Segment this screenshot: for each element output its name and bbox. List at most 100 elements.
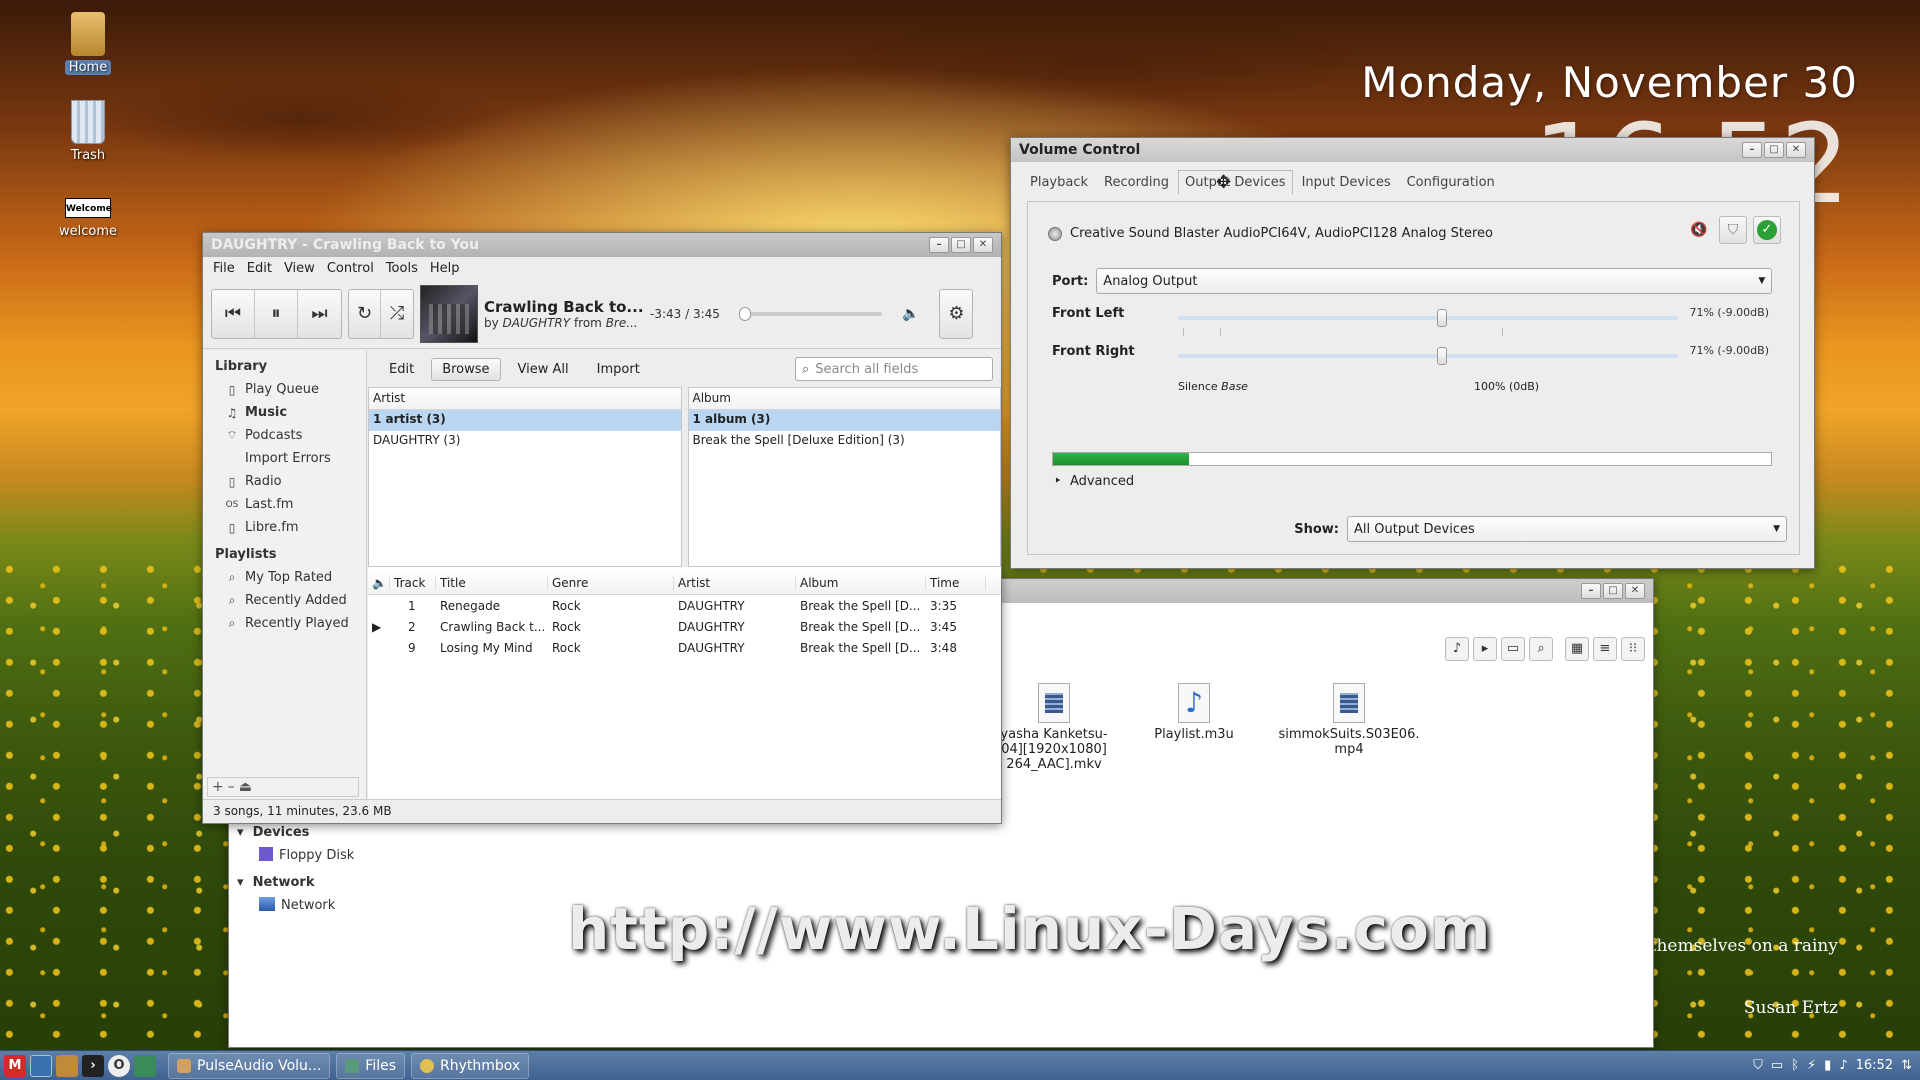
settings-button[interactable]: ⚙	[940, 290, 972, 338]
table-row[interactable]: 1 Renegade Rock DAUGHTRY Break the Spell…	[368, 595, 1001, 616]
close-button[interactable]: ✕	[1786, 142, 1806, 158]
minimize-button[interactable]: –	[929, 237, 949, 253]
terminal-icon[interactable]: ›	[82, 1054, 104, 1077]
close-button[interactable]: ✕	[1625, 583, 1645, 599]
sidebar-item-librefm[interactable]: ▯ Libre.fm	[203, 516, 366, 539]
advanced-expander[interactable]: ‣ Advanced	[1054, 474, 1134, 489]
tab-playback[interactable]: Playback	[1023, 170, 1095, 195]
sidebar-item-top-rated[interactable]: ⌕ My Top Rated	[203, 566, 366, 589]
table-row[interactable]: ▶ 2 Crawling Back t... Rock DAUGHTRY Bre…	[368, 616, 1001, 637]
column-header-track[interactable]: Track	[390, 575, 436, 590]
column-header-album[interactable]: Album	[796, 575, 926, 590]
front-right-slider[interactable]	[1178, 347, 1678, 365]
set-default-button[interactable]: ✓	[1753, 216, 1781, 244]
import-button[interactable]: Import	[586, 358, 651, 381]
file-item[interactable]: ♪ Playlist.m3u	[1119, 683, 1269, 742]
seek-slider[interactable]	[739, 306, 882, 321]
browser-icon[interactable]: O	[108, 1054, 130, 1077]
front-left-slider[interactable]	[1178, 309, 1678, 327]
repeat-button[interactable]: ↻	[349, 289, 381, 338]
menu-file[interactable]: File	[213, 261, 235, 276]
menu-view[interactable]: View	[284, 261, 315, 276]
list-item[interactable]: 1 artist (3)	[369, 410, 681, 431]
column-header-genre[interactable]: Genre	[548, 575, 674, 590]
album-art[interactable]	[420, 284, 478, 343]
task-button-rhythmbox[interactable]: Rhythmbox	[411, 1052, 530, 1079]
menu-tools[interactable]: Tools	[386, 261, 418, 276]
port-select[interactable]: Analog Output ▼	[1096, 268, 1773, 294]
list-item[interactable]: DAUGHTRY (3)	[369, 431, 681, 452]
tab-configuration[interactable]: Configuration	[1400, 170, 1502, 195]
front-left-slider-knob[interactable]	[1436, 309, 1447, 327]
display-icon[interactable]: ▭	[1771, 1058, 1783, 1073]
maximize-button[interactable]: □	[1764, 142, 1784, 158]
column-header-artist[interactable]: Artist	[674, 575, 796, 590]
files-item-floppy[interactable]: Floppy Disk	[259, 847, 354, 863]
list-view-icon[interactable]: ≡	[1593, 637, 1617, 661]
search-input[interactable]: ⌕ Search all fields	[795, 357, 993, 381]
sidebar-item-radio[interactable]: ▯ Radio	[203, 470, 366, 493]
menu-help[interactable]: Help	[430, 261, 460, 276]
previous-button[interactable]: ⏮	[212, 289, 255, 338]
bluetooth-icon[interactable]: ᛒ	[1791, 1058, 1799, 1073]
sidebar-item-import-errors[interactable]: Import Errors	[203, 447, 366, 470]
menu-edit[interactable]: Edit	[247, 261, 272, 276]
sidebar-item-lastfm[interactable]: OS Last.fm	[203, 493, 366, 516]
column-header-title[interactable]: Title	[436, 575, 548, 590]
sidebar-item-recently-added[interactable]: ⌕ Recently Added	[203, 589, 366, 612]
lock-channels-button[interactable]: ⛉	[1719, 216, 1747, 244]
edit-button[interactable]: Edit	[378, 358, 425, 381]
sidebar-item-play-queue[interactable]: ▯ Play Queue	[203, 378, 366, 401]
maximize-button[interactable]: □	[951, 237, 971, 253]
add-playlist-button[interactable]: +	[212, 779, 224, 795]
files-section-devices[interactable]: ▾ Devices	[237, 825, 309, 840]
tab-input-devices[interactable]: Input Devices	[1295, 170, 1398, 195]
shuffle-button[interactable]: ⤮	[381, 290, 413, 338]
file-manager-icon[interactable]	[56, 1054, 78, 1077]
remove-playlist-button[interactable]: –	[228, 779, 235, 795]
view-all-button[interactable]: View All	[507, 358, 580, 381]
album-column-header[interactable]: Album	[688, 388, 1000, 410]
desktop-icon-trash[interactable]: Trash	[40, 100, 136, 163]
minimize-button[interactable]: –	[1581, 583, 1601, 599]
maximize-button[interactable]: □	[1603, 583, 1623, 599]
task-button-files[interactable]: Files	[336, 1052, 406, 1079]
column-header-time[interactable]: Time	[926, 575, 986, 590]
compact-view-icon[interactable]: ⁝⁝	[1621, 637, 1645, 661]
show-select[interactable]: All Output Devices ▼	[1347, 516, 1787, 542]
desktop-icon-home[interactable]: Home	[40, 12, 136, 75]
sidebar-item-recently-played[interactable]: ⌕ Recently Played	[203, 612, 366, 635]
rhythmbox-titlebar[interactable]: DAUGHTRY - Crawling Back to You – □ ✕	[203, 233, 1001, 257]
menu-control[interactable]: Control	[327, 261, 374, 276]
browse-toggle[interactable]: Browse	[431, 357, 501, 381]
tab-output-devices[interactable]: Output Devices	[1178, 170, 1293, 195]
files-section-network[interactable]: ▾ Network	[237, 875, 315, 890]
volume-titlebar[interactable]: Volume Control – □ ✕	[1011, 138, 1814, 162]
next-button[interactable]: ⏭	[298, 290, 341, 338]
tray-clock[interactable]: 16:52	[1856, 1058, 1893, 1073]
folder-icon[interactable]: ▭	[1501, 637, 1525, 661]
file-item[interactable]: simmokSuits.S03E06. mp4	[1274, 683, 1424, 757]
search-icon[interactable]: ⌕	[1529, 637, 1553, 661]
now-playing-column-icon[interactable]: 🔈	[368, 575, 390, 590]
eject-button[interactable]: ⏏	[239, 779, 252, 795]
show-desktop-icon[interactable]	[30, 1054, 52, 1077]
tab-recording[interactable]: Recording	[1097, 170, 1176, 195]
network-icon[interactable]: ⇅	[1901, 1058, 1912, 1073]
task-button-pulseaudio[interactable]: PulseAudio Volu...	[168, 1052, 331, 1079]
new-file-icon[interactable]: ♪	[1445, 637, 1469, 661]
front-right-slider-knob[interactable]	[1436, 347, 1447, 365]
icon-view-icon[interactable]: ▦	[1565, 637, 1589, 661]
volume-icon[interactable]: ♪	[1839, 1058, 1847, 1073]
terminal-icon[interactable]: ▸	[1473, 637, 1497, 661]
desktop-icon-welcome[interactable]: Welcome welcome	[40, 198, 136, 239]
sidebar-item-music[interactable]: ♫ Music	[203, 401, 366, 424]
list-item[interactable]: 1 album (3)	[688, 410, 1000, 431]
minimize-button[interactable]: –	[1742, 142, 1762, 158]
list-item[interactable]: Break the Spell [Deluxe Edition] (3)	[689, 431, 1001, 452]
battery-icon[interactable]: ▮	[1824, 1058, 1831, 1073]
workspace-icon[interactable]	[134, 1054, 156, 1077]
seek-slider-knob[interactable]	[739, 306, 752, 321]
artist-column-header[interactable]: Artist	[369, 388, 681, 410]
table-row[interactable]: 9 Losing My Mind Rock DAUGHTRY Break the…	[368, 637, 1001, 658]
